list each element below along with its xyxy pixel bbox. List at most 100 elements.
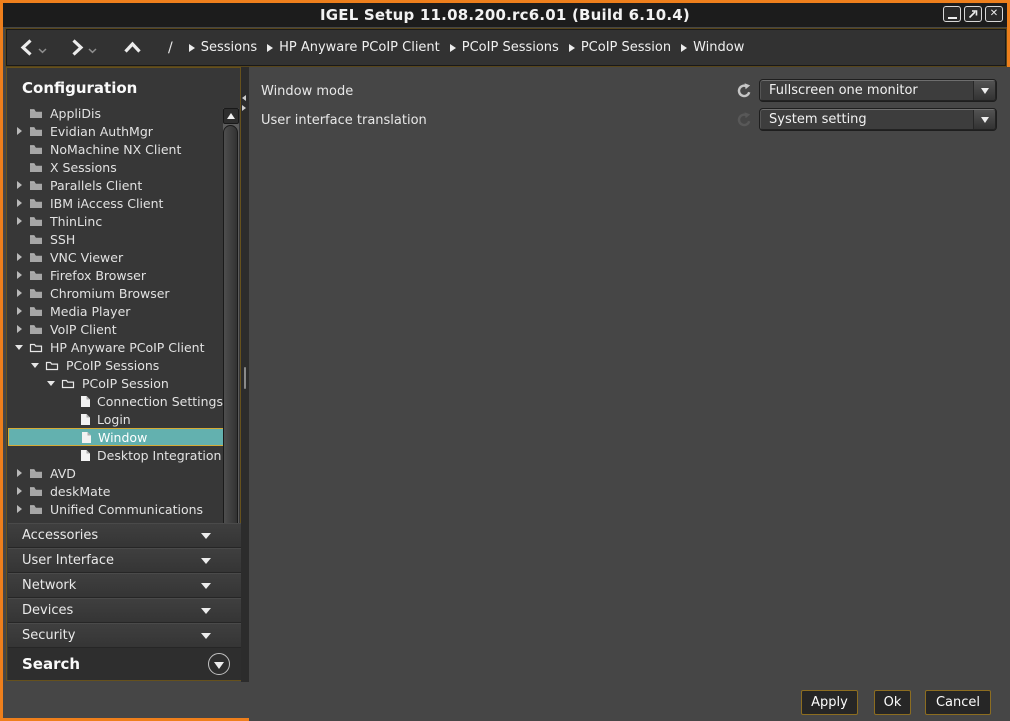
dropdown-arrow-button[interactable] [973, 110, 995, 129]
reset-button[interactable] [736, 82, 752, 99]
maximize-button[interactable] [964, 6, 982, 22]
tree-item-ibm-iaccess-client[interactable]: IBM iAccess Client [8, 194, 224, 212]
back-history-dropdown[interactable] [38, 48, 47, 54]
forward-history-dropdown[interactable] [88, 48, 97, 54]
tree-item-ssh[interactable]: SSH [8, 230, 224, 248]
apply-button[interactable]: Apply [801, 690, 858, 715]
tree-item-label: PCoIP Sessions [66, 358, 159, 373]
field-label-ui-translation: User interface translation [261, 110, 427, 131]
expand-arrow-icon[interactable] [14, 217, 24, 225]
tree-item-thinlinc[interactable]: ThinLinc [8, 212, 224, 230]
chevron-down-icon [981, 117, 989, 123]
close-button[interactable]: ✕ [985, 6, 1003, 22]
splitter-handle[interactable] [244, 367, 246, 389]
expand-arrow-icon[interactable] [14, 307, 24, 315]
section-accessories[interactable]: Accessories [8, 523, 241, 548]
tree-item-evidian-authmgr[interactable]: Evidian AuthMgr [8, 122, 224, 140]
section-devices[interactable]: Devices [8, 598, 241, 623]
tree-item-parallels-client[interactable]: Parallels Client [8, 176, 224, 194]
expand-arrow-icon[interactable] [14, 469, 24, 477]
tree-item-login[interactable]: Login [8, 410, 224, 428]
scrollbar-thumb[interactable] [223, 125, 238, 587]
tree-item-unified-communications[interactable]: Unified Communications [8, 500, 224, 518]
dropdown-arrow-button[interactable] [973, 81, 995, 100]
tree-item-desktop-integration[interactable]: Desktop Integration [8, 446, 224, 464]
section-network[interactable]: Network [8, 573, 241, 598]
expand-arrow-icon[interactable] [14, 253, 24, 261]
pane-splitter[interactable] [241, 67, 249, 682]
section-security[interactable]: Security [8, 623, 241, 648]
tree-item-voip-client[interactable]: VoIP Client [8, 320, 224, 338]
tree-item-x-sessions[interactable]: X Sessions [8, 158, 224, 176]
folder-open-icon [45, 359, 59, 371]
folder-icon [29, 305, 43, 317]
section-label: Security [22, 628, 201, 643]
tree-item-label: Desktop Integration [97, 448, 221, 463]
tree-item-label: Evidian AuthMgr [50, 124, 153, 139]
tree-item-media-player[interactable]: Media Player [8, 302, 224, 320]
ok-button[interactable]: Ok [874, 690, 911, 715]
tree-item-pcoip-sessions[interactable]: PCoIP Sessions [8, 356, 224, 374]
tree-item-label: NoMachine NX Client [50, 142, 181, 157]
tree-item-pcoip-session[interactable]: PCoIP Session [8, 374, 224, 392]
folder-icon [29, 197, 43, 209]
triangle-icon [47, 381, 55, 386]
expand-arrow-icon[interactable] [14, 271, 24, 279]
folder-open-icon [61, 377, 75, 389]
up-icon [123, 41, 142, 54]
tree-item-avd[interactable]: AVD [8, 464, 224, 482]
expand-arrow-icon[interactable] [14, 181, 24, 189]
breadcrumb-arrow-icon [681, 44, 687, 52]
section-user-interface[interactable]: User Interface [8, 548, 241, 573]
ui-translation-select[interactable]: System setting [760, 109, 996, 130]
search-expand-button[interactable] [208, 653, 230, 675]
expand-arrow-icon[interactable] [14, 199, 24, 207]
breadcrumb-item-hp-anyware-pcoip-client[interactable]: HP Anyware PCoIP Client [267, 40, 440, 55]
collapse-arrow-icon[interactable] [30, 363, 40, 368]
scroll-up-button[interactable] [223, 108, 239, 124]
breadcrumb-root[interactable]: / [168, 40, 173, 56]
chevron-down-icon [981, 88, 989, 94]
breadcrumb-item-pcoip-sessions[interactable]: PCoIP Sessions [450, 40, 559, 55]
minimize-button[interactable] [943, 6, 961, 22]
tree-item-label: AppliDis [50, 106, 101, 121]
expand-arrow-icon[interactable] [14, 127, 24, 135]
tree-item-firefox-browser[interactable]: Firefox Browser [8, 266, 224, 284]
cancel-button[interactable]: Cancel [925, 690, 991, 715]
chevron-down-icon [201, 633, 211, 639]
collapse-arrow-icon[interactable] [46, 381, 56, 386]
chevron-down-icon [88, 48, 97, 54]
expand-arrow-icon[interactable] [14, 487, 24, 495]
tree-item-applidis[interactable]: AppliDis [8, 104, 224, 122]
tree-item-deskmate[interactable]: deskMate [8, 482, 224, 500]
expand-arrow-icon[interactable] [14, 289, 24, 297]
breadcrumb-item-window[interactable]: Window [681, 40, 744, 55]
breadcrumb-label: PCoIP Session [581, 40, 671, 55]
tree-item-window[interactable]: Window [8, 428, 224, 446]
navigation-bar: / Sessions HP Anyware PCoIP Client PCoIP S… [6, 29, 1006, 66]
tree-item-label: deskMate [50, 484, 110, 499]
tree-item-connection-settings[interactable]: Connection Settings [8, 392, 224, 410]
breadcrumb-item-sessions[interactable]: Sessions [189, 40, 257, 55]
tree-item-hp-anyware-pcoip-client[interactable]: HP Anyware PCoIP Client [8, 338, 224, 356]
back-button[interactable] [19, 38, 35, 57]
folder-icon [29, 269, 43, 281]
tree-item-vnc-viewer[interactable]: VNC Viewer [8, 248, 224, 266]
collapse-left-icon [242, 95, 246, 101]
expand-arrow-icon[interactable] [14, 325, 24, 333]
collapse-arrow-icon[interactable] [14, 345, 24, 350]
breadcrumb-item-pcoip-session[interactable]: PCoIP Session [569, 40, 671, 55]
tree-item-nomachine-nx-client[interactable]: NoMachine NX Client [8, 140, 224, 158]
triangle-icon [15, 345, 23, 350]
forward-button[interactable] [69, 38, 85, 57]
window-mode-select[interactable]: Fullscreen one monitor [760, 80, 996, 101]
up-button[interactable] [123, 41, 142, 54]
triangle-icon [17, 199, 22, 207]
expand-arrow-icon[interactable] [14, 505, 24, 513]
splitter-collapse-control[interactable] [242, 95, 246, 111]
title-bar[interactable]: IGEL Setup 11.08.200.rc6.01 (Build 6.10.… [3, 3, 1007, 27]
folder-icon [29, 251, 43, 263]
tree-item-chromium-browser[interactable]: Chromium Browser [8, 284, 224, 302]
search-section[interactable]: Search [8, 648, 241, 680]
configuration-sidebar: Configuration AppliDisEvidian AuthMgrNoM… [6, 67, 241, 681]
